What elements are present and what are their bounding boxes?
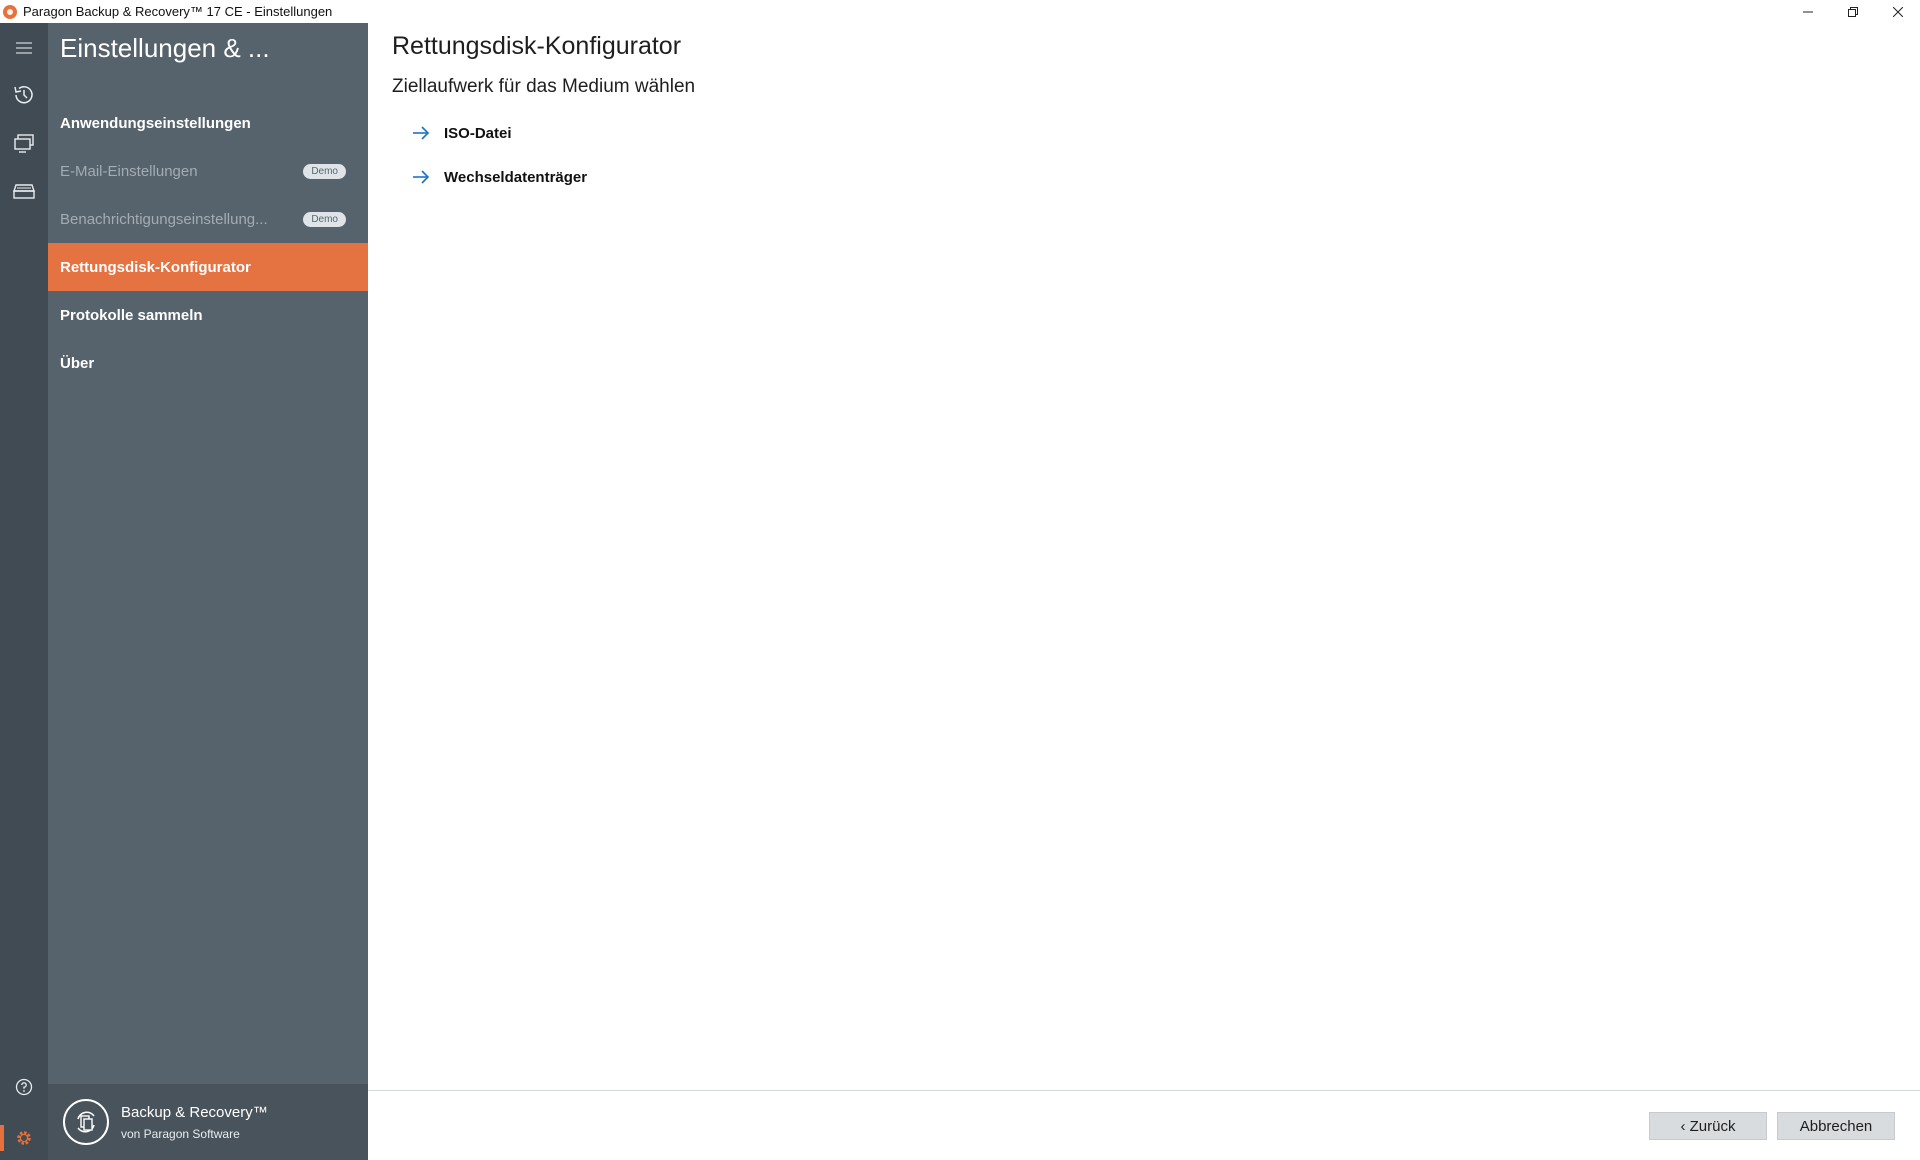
option-label: ISO-Datei [444, 124, 512, 142]
settings-button[interactable] [0, 1118, 48, 1158]
sidebar-item-rescue-disk-configurator[interactable]: Rettungsdisk-Konfigurator [48, 243, 368, 291]
sidebar-title: Einstellungen & ... [60, 33, 270, 63]
window-title: Paragon Backup & Recovery™ 17 CE - Einst… [23, 4, 333, 19]
product-vendor: von Paragon Software [121, 1126, 240, 1141]
product-logo-icon [63, 1099, 109, 1145]
icon-rail [0, 23, 48, 1160]
gear-icon [17, 1131, 31, 1145]
removable-media-option[interactable]: Wechseldatenträger [412, 163, 587, 191]
title-bar: Paragon Backup & Recovery™ 17 CE - Einst… [0, 0, 1920, 23]
minimize-icon [1802, 11, 1813, 12]
sidebar-item-collect-logs[interactable]: Protokolle sammeln [48, 291, 368, 339]
sidebar-item-label: Über [60, 354, 95, 372]
monitors-icon [14, 134, 34, 153]
arrow-right-icon [413, 170, 430, 184]
window-controls [1785, 0, 1920, 23]
sidebar-item-label: Protokolle sammeln [60, 306, 203, 324]
arrow-right-icon [413, 126, 430, 140]
minimize-button[interactable] [1785, 0, 1830, 23]
sidebar-item-about[interactable]: Über [48, 339, 368, 387]
sidebar-item-label: Rettungsdisk-Konfigurator [60, 258, 251, 276]
sidebar: Einstellungen & ... Anwendungseinstellun… [48, 23, 368, 1160]
footer-divider [368, 1090, 1920, 1091]
history-button[interactable] [0, 75, 48, 115]
restore-button[interactable] [1830, 0, 1875, 23]
sidebar-item-label: Benachrichtigungseinstellung... [60, 210, 268, 228]
sidebar-item-label: E-Mail-Einstellungen [60, 162, 198, 180]
back-button[interactable]: ‹ Zurück [1649, 1112, 1767, 1140]
sidebar-nav: Anwendungseinstellungen E-Mail-Einstellu… [48, 99, 368, 387]
hamburger-menu-button[interactable] [0, 28, 48, 68]
hamburger-menu-icon [16, 42, 32, 54]
product-branding: Backup & Recovery™ von Paragon Software [48, 1084, 368, 1160]
help-button[interactable] [0, 1067, 48, 1107]
restore-icon [1847, 6, 1858, 17]
drives-button[interactable] [0, 171, 48, 211]
page-title: Rettungsdisk-Konfigurator [392, 32, 682, 60]
product-text: Backup & Recovery™ von Paragon Software [121, 1104, 268, 1141]
main-panel: Rettungsdisk-Konfigurator Ziellaufwerk f… [368, 23, 1920, 1160]
cancel-button[interactable]: Abbrechen [1777, 1112, 1895, 1140]
iso-file-option[interactable]: ISO-Datei [412, 119, 512, 147]
sidebar-item-label: Anwendungseinstellungen [60, 114, 251, 132]
history-clock-icon [14, 86, 33, 104]
sidebar-item-app-settings[interactable]: Anwendungseinstellungen [48, 99, 368, 147]
demo-badge: Demo [303, 212, 346, 227]
close-icon [1892, 6, 1903, 17]
close-button[interactable] [1875, 0, 1920, 23]
sidebar-item-email-settings[interactable]: E-Mail-Einstellungen Demo [48, 147, 368, 195]
drive-stack-icon [13, 184, 35, 199]
backup-sources-button[interactable] [0, 123, 48, 163]
sidebar-item-notification-settings[interactable]: Benachrichtigungseinstellung... Demo [48, 195, 368, 243]
page-subtitle: Ziellaufwerk für das Medium wählen [392, 76, 696, 97]
product-name: Backup & Recovery™ [121, 1103, 268, 1121]
app-logo-icon [3, 4, 17, 19]
help-icon [15, 1078, 33, 1096]
demo-badge: Demo [303, 164, 346, 179]
option-label: Wechseldatenträger [444, 168, 588, 186]
